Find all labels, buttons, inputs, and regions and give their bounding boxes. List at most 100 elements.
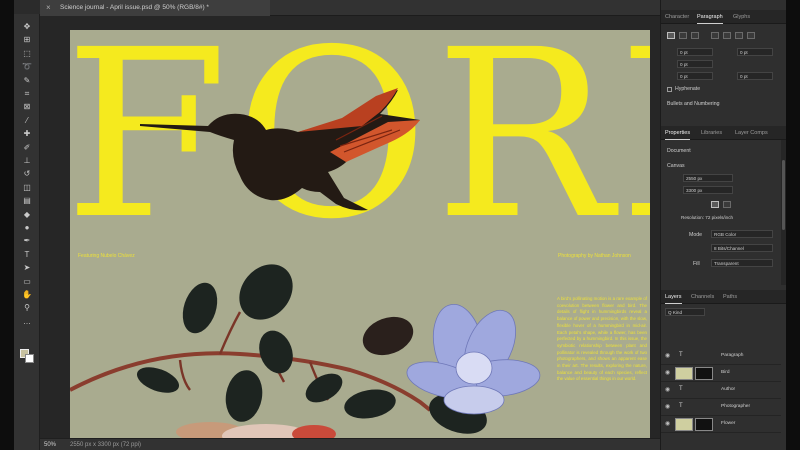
background-color-swatch[interactable] [25,354,34,363]
crop-icon[interactable]: ⌗ [21,89,33,99]
tab-character[interactable]: Character [665,10,689,24]
properties-scrollbar[interactable] [781,140,786,285]
justify-last-right-button[interactable] [735,32,743,39]
document-kind-label: Document [667,148,691,154]
marquee-icon[interactable]: ⬚ [21,49,33,59]
layer-name: Photographer [721,404,751,409]
shape-icon[interactable]: ▭ [21,277,33,287]
blue-flower [406,303,541,415]
tab-properties[interactable]: Properties [665,126,691,140]
eyedropper-icon[interactable]: ⁄ [21,116,33,126]
properties-scrollbar-thumb[interactable] [782,160,785,230]
history-brush-icon[interactable]: ↺ [21,169,33,179]
indent-left-field[interactable]: 0 pt [677,48,713,56]
document-info[interactable]: 2550 px x 3300 px (72 ppi) [70,440,141,450]
path-select-icon[interactable]: ➤ [21,263,33,273]
align-center-button[interactable] [679,32,687,39]
justify-last-center-button[interactable] [723,32,731,39]
pen-icon[interactable]: ✒ [21,236,33,246]
dodge-icon[interactable]: ● [21,223,33,233]
gradient-icon[interactable]: ▤ [21,196,33,206]
properties-panel-tabs: Properties Libraries Layer Comps [661,126,786,140]
lasso-icon[interactable]: ➰ [21,62,33,72]
background-fill-select[interactable]: Transparent [711,259,773,267]
quick-select-icon[interactable]: ✎ [21,76,33,86]
layer-row[interactable]: ◉ Flower [661,416,781,433]
author-credit: Featuring Nubelo Chávez [78,253,135,259]
document-tab[interactable]: × Science journal - April issue.psd @ 50… [40,0,270,16]
eraser-icon[interactable]: ◫ [21,183,33,193]
paragraph-text: A bird's pollinating motion is a rare ex… [557,296,647,382]
layer-mask-thumbnail[interactable] [695,418,713,431]
layer-row[interactable]: ◉ T Paragraph [661,348,781,365]
tab-glyphs[interactable]: Glyphs [733,10,750,24]
canvas-height-field[interactable]: 3300 px [683,186,733,194]
brush-icon[interactable]: ✐ [21,143,33,153]
visibility-eye-icon[interactable]: ◉ [665,352,670,359]
document-tab-bar: × Science journal - April issue.psd @ 50… [40,0,660,16]
space-before-field[interactable]: 0 pt [677,72,713,80]
zoom-icon[interactable]: ⚲ [21,303,33,313]
tab-channels[interactable]: Channels [691,290,714,304]
frame-icon[interactable]: ⊠ [21,102,33,112]
move-icon[interactable]: ✥ [21,22,33,32]
first-line-indent-field[interactable]: 0 pt [677,60,713,68]
type-layer-icon: T [679,352,683,358]
portrait-orientation-button[interactable] [711,201,719,208]
zoom-level[interactable]: 50% [44,440,56,450]
indent-right-field[interactable]: 0 pt [737,48,773,56]
tab-paragraph[interactable]: Paragraph [697,10,723,24]
align-left-button[interactable] [667,32,675,39]
layer-name: Author [721,387,736,392]
visibility-eye-icon[interactable]: ◉ [665,403,670,410]
canvas-width-field[interactable]: 2550 px [683,174,733,182]
tab-layer-comps[interactable]: Layer Comps [735,126,768,140]
healing-icon[interactable]: ✚ [21,129,33,139]
tools-panel: ✥ ⊞ ⬚ ➰ ✎ ⌗ ⊠ ⁄ ✚ ✐ ⊥ ↺ ◫ ▤ ◆ ● ✒ T ➤ ▭ ✋ ⚲ … [14,14,40,450]
visibility-eye-icon[interactable]: ◉ [665,386,670,393]
more-icon[interactable]: … [21,317,33,327]
fill-label: Fill [693,261,700,267]
layers-panel-tabs: Layers Channels Paths [661,290,786,304]
justify-last-left-button[interactable] [711,32,719,39]
bullets-section-label: Bullets and Numbering [667,101,720,107]
layer-row[interactable]: ◉ T Author [661,382,781,399]
hand-icon[interactable]: ✋ [21,290,33,300]
layer-name: Flower [721,421,736,426]
landscape-orientation-button[interactable] [723,201,731,208]
layer-row[interactable]: ◉ T Photographer [661,399,781,416]
visibility-eye-icon[interactable]: ◉ [665,420,670,427]
close-icon[interactable]: × [46,0,51,16]
space-after-field[interactable]: 0 pt [737,72,773,80]
artboard[interactable]: FORM [70,30,650,438]
tab-layers[interactable]: Layers [665,290,682,304]
bit-depth-select[interactable]: 8 Bits/Channel [711,244,773,252]
layer-name: Paragraph [721,353,744,358]
tab-libraries[interactable]: Libraries [701,126,722,140]
layer-thumbnail [675,418,693,431]
tab-paths[interactable]: Paths [723,290,737,304]
hummingbird-image [140,88,420,211]
type-icon[interactable]: T [21,250,33,260]
canvas-area[interactable]: FORM [40,16,660,438]
layer-filter-select[interactable]: Q Kind [665,308,705,316]
layer-name: Bird [721,370,730,375]
resolution-label: Resolution: 72 pixels/inch [681,215,734,220]
right-panel-dock: Character Paragraph Glyphs 0 pt 0 pt 0 p… [660,0,786,450]
blur-icon[interactable]: ◆ [21,210,33,220]
stamp-icon[interactable]: ⊥ [21,156,33,166]
layer-mask-thumbnail[interactable] [695,367,713,380]
color-mode-select[interactable]: RGB Color [711,230,773,238]
type-layer-icon: T [679,386,683,392]
photoshop-window: × Science journal - April issue.psd @ 50… [14,0,786,450]
status-bar: 50% 2550 px x 3300 px (72 ppi) [40,438,660,450]
paragraph-panel-tabs: Character Paragraph Glyphs [661,10,786,24]
mode-label: Mode [689,232,702,238]
artboard-icon[interactable]: ⊞ [21,35,33,45]
layer-list: ◉ T Paragraph ◉ Bird ◉ T Author ◉ T Photographer ◉ F… [661,348,786,448]
align-right-button[interactable] [691,32,699,39]
layer-row[interactable]: ◉ Bird [661,365,781,382]
justify-all-button[interactable] [747,32,755,39]
hyphenate-checkbox[interactable] [667,87,672,92]
visibility-eye-icon[interactable]: ◉ [665,369,670,376]
